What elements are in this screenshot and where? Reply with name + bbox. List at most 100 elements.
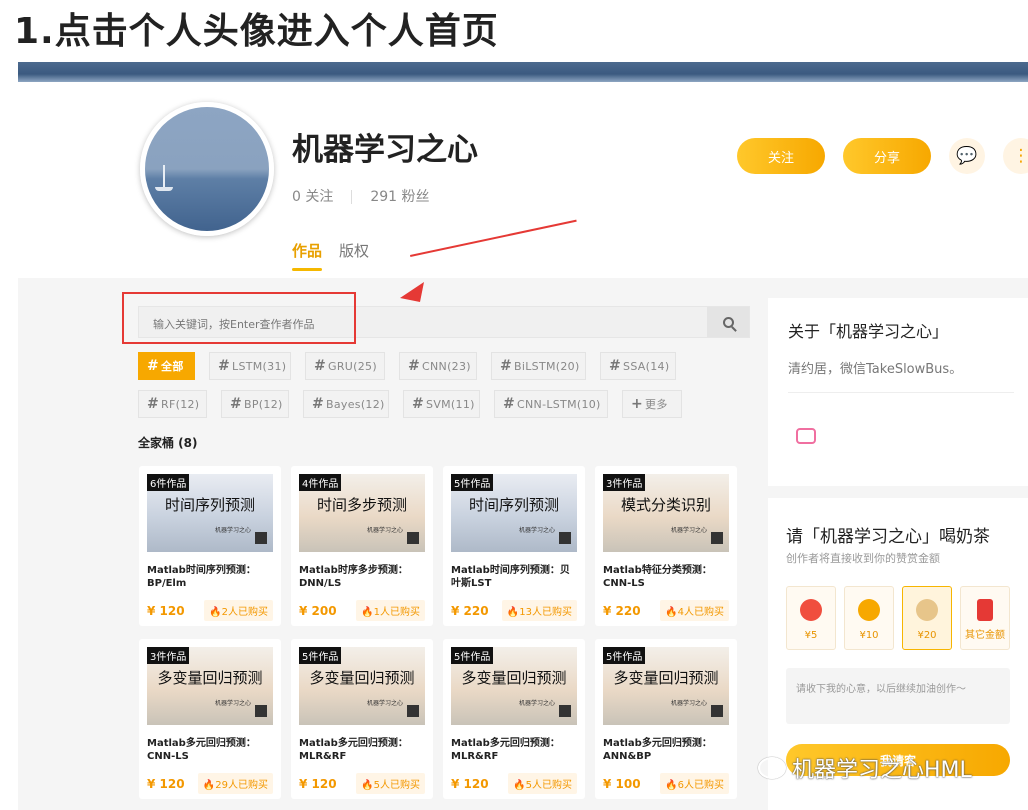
qr-code-icon — [407, 705, 419, 717]
work-count-badge: 5件作品 — [603, 647, 646, 664]
tip-title: 请「机器学习之心」喝奶茶 — [786, 527, 990, 547]
tag-cnn[interactable]: # CNN(23) — [399, 352, 477, 380]
card-bought: 🔥5人已购买 — [508, 773, 577, 794]
bought-count: 5人已购买 — [525, 780, 572, 791]
profile-stats: 0 关注 291 粉丝 — [292, 186, 430, 206]
qr-code-icon — [255, 705, 267, 717]
tag-bayes[interactable]: # Bayes(12) — [303, 390, 389, 418]
tag-svm[interactable]: # SVM(11) — [403, 390, 480, 418]
boat-hull — [155, 187, 173, 191]
fire-icon: 🔥 — [506, 607, 520, 618]
tip-option-5[interactable]: ¥5 — [786, 586, 836, 650]
work-count-badge: 3件作品 — [147, 647, 190, 664]
watermark-text: 机器学习之心HML — [792, 758, 972, 783]
avatar[interactable] — [140, 102, 274, 236]
fire-icon: 🔥 — [209, 607, 222, 618]
profile-name: 机器学习之心 — [292, 132, 478, 168]
tag-rf[interactable]: # RF(12) — [138, 390, 207, 418]
tag-label: BP(12) — [244, 397, 283, 411]
tag-label: SSA(14) — [623, 359, 670, 373]
tag-label: SVM(11) — [426, 397, 475, 411]
fans-count[interactable]: 291 粉丝 — [370, 189, 429, 205]
annotation-box — [122, 292, 356, 344]
tag-label: LSTM(31) — [232, 359, 287, 373]
message-icon[interactable]: 💬 — [949, 138, 985, 174]
tag-bilstm[interactable]: # BiLSTM(20) — [491, 352, 586, 380]
tip-option-20[interactable]: ¥20 — [902, 586, 952, 650]
profile-header: 机器学习之心 0 关注 291 粉丝 作品 版权 关注 分享 💬 ⋮ — [18, 82, 1028, 278]
tip-label: ¥5 — [804, 630, 818, 641]
family-title: 全家桶 (8) — [138, 436, 198, 450]
tag-more[interactable]: + 更多 — [622, 390, 682, 418]
lantern-icon — [800, 599, 822, 621]
more-icon[interactable]: ⋮ — [1003, 138, 1028, 174]
tag-gru[interactable]: # GRU(25) — [305, 352, 385, 380]
card-name: Matlab时序多步预测：DNN/LS — [299, 565, 408, 589]
divider — [351, 190, 353, 204]
work-count-badge: 5件作品 — [451, 647, 494, 664]
tag-all[interactable]: # 全部 — [138, 352, 195, 380]
qr-code-icon — [559, 532, 571, 544]
card-thumbnail: 5件作品多变量回归预测机器学习之心 — [451, 647, 577, 725]
work-count-badge: 6件作品 — [147, 474, 190, 491]
bought-count: 1人已购买 — [373, 607, 420, 618]
thumb-brand: 机器学习之心 — [518, 527, 555, 534]
card-name: Matlab时间序列预测：贝叶斯LST — [451, 565, 570, 589]
thumb-title: 模式分类识别 — [620, 496, 711, 514]
tab-copyright[interactable]: 版权 — [339, 240, 369, 261]
card-name: Matlab时间序列预测：BP/Elm — [147, 565, 256, 589]
work-card[interactable]: 3件作品 模式分类识别 机器学习之心 Matlab特征分类预测：CNN-LS ¥ 2… — [595, 466, 737, 626]
bought-count: 6人已购买 — [677, 780, 724, 791]
search-icon — [722, 316, 734, 328]
tag-cnn-lstm[interactable]: # CNN-LSTM(10) — [494, 390, 608, 418]
card-price: ¥ 120 — [147, 604, 185, 618]
share-button[interactable]: 分享 — [843, 138, 931, 174]
about-panel: 关于「机器学习之心」 清约居，微信TakeSlowBus。 — [768, 298, 1028, 486]
work-card[interactable]: 3件作品 多变量回归预测 机器学习之心 Matlab多元回归预测：CNN-LS ¥ … — [139, 639, 281, 799]
bought-count: 13人已购买 — [519, 607, 572, 618]
work-count-badge: 3件作品 — [603, 474, 646, 491]
tag-ssa[interactable]: # SSA(14) — [600, 352, 676, 380]
thumb-title: 多变量回归预测 — [461, 669, 567, 687]
work-count-badge: 5件作品 — [451, 474, 494, 491]
card-price: ¥ 220 — [603, 604, 641, 618]
tag-label: RF(12) — [161, 397, 200, 411]
thumb-title: 多变量回归预测 — [309, 669, 415, 687]
work-card[interactable]: 6件作品 时间序列预测 机器学习之心 Matlab时间序列预测：BP/Elm ¥ 1… — [139, 466, 281, 626]
follow-button[interactable]: 关注 — [737, 138, 825, 174]
card-name: Matlab多元回归预测：CNN-LS — [147, 738, 256, 762]
tip-option-10[interactable]: ¥10 — [844, 586, 894, 650]
work-card[interactable]: 5件作品 多变量回归预测 机器学习之心 Matlab多元回归预测：ANN&BP ¥ … — [595, 639, 737, 799]
qr-code-icon — [407, 532, 419, 544]
bought-count: 4人已购买 — [677, 607, 724, 618]
bought-count: 5人已购买 — [373, 780, 420, 791]
tip-label: 其它金额 — [965, 630, 1005, 641]
bilibili-icon[interactable] — [796, 428, 816, 444]
tab-works[interactable]: 作品 — [292, 240, 322, 261]
work-card[interactable]: 4件作品 时间多步预测 机器学习之心 Matlab时序多步预测：DNN/LS ¥ 2… — [291, 466, 433, 626]
card-price: ¥ 220 — [451, 604, 489, 618]
tag-bp[interactable]: # BP(12) — [221, 390, 289, 418]
card-thumbnail: 4件作品 时间多步预测 机器学习之心 — [299, 474, 425, 552]
donut-icon — [858, 599, 880, 621]
following-count[interactable]: 0 关注 — [292, 189, 333, 205]
thumb-brand: 机器学习之心 — [670, 700, 707, 707]
search-button[interactable] — [707, 307, 749, 337]
work-card[interactable]: 5件作品 多变量回归预测 机器学习之心 Matlab多元回归预测：MLR&RF ¥ … — [443, 639, 585, 799]
thumb-brand: 机器学习之心 — [518, 700, 555, 707]
plus-icon: + — [631, 396, 644, 412]
thumb-title: 时间多步预测 — [316, 496, 407, 514]
card-price: ¥ 120 — [299, 777, 337, 791]
card-thumbnail: 5件作品 多变量回归预测 机器学习之心 — [299, 647, 425, 725]
work-card[interactable]: 5件作品 时间序列预测 机器学习之心 Matlab时间序列预测：贝叶斯LST ¥ 2… — [443, 466, 585, 626]
tip-option-custom[interactable]: 其它金额 — [960, 586, 1010, 650]
card-thumbnail: 5件作品 时间序列预测 机器学习之心 — [451, 474, 577, 552]
tip-message-placeholder: 请收下我的心意，以后继续加油创作～ — [796, 684, 966, 695]
thumb-brand: 机器学习之心 — [366, 700, 403, 707]
boat-mast — [163, 165, 165, 189]
tip-label: ¥20 — [917, 630, 937, 641]
card-price: ¥ 200 — [299, 604, 337, 618]
work-card[interactable]: 5件作品 多变量回归预测 机器学习之心 Matlab多元回归预测：MLR&RF ¥ … — [291, 639, 433, 799]
tip-message-field[interactable]: 请收下我的心意，以后继续加油创作～ — [786, 668, 1010, 724]
tag-lstm[interactable]: # LSTM(31) — [209, 352, 291, 380]
